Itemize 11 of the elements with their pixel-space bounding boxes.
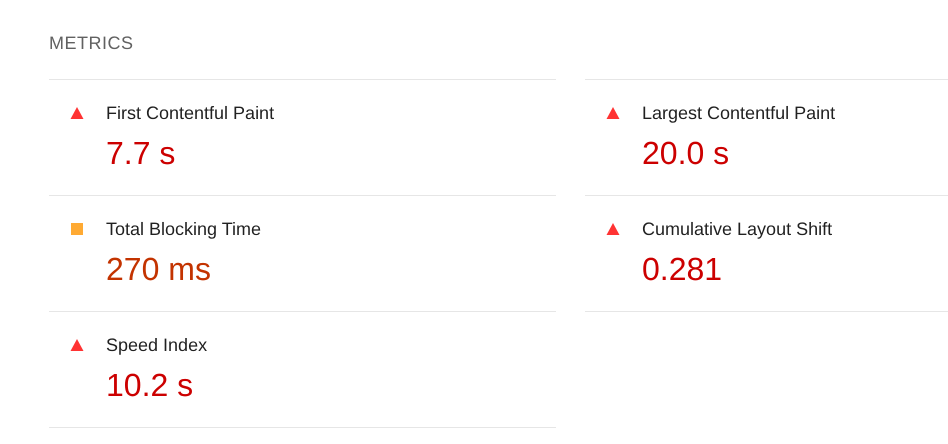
metric-label: Cumulative Layout Shift [642,218,832,241]
metric-label: Largest Contentful Paint [642,102,836,125]
metric-value: 0.281 [642,250,724,289]
metric-value: 7.7 s [106,134,176,173]
metric-label: First Contentful Paint [106,102,274,125]
metric-value: 10.2 s [106,366,194,405]
metric-label: Total Blocking Time [106,218,262,241]
metric-label: Speed Index [106,334,208,357]
metric-value: 270 ms [106,250,212,289]
metric-value: 20.0 s [642,134,730,173]
section-title: METRICS [49,32,134,54]
